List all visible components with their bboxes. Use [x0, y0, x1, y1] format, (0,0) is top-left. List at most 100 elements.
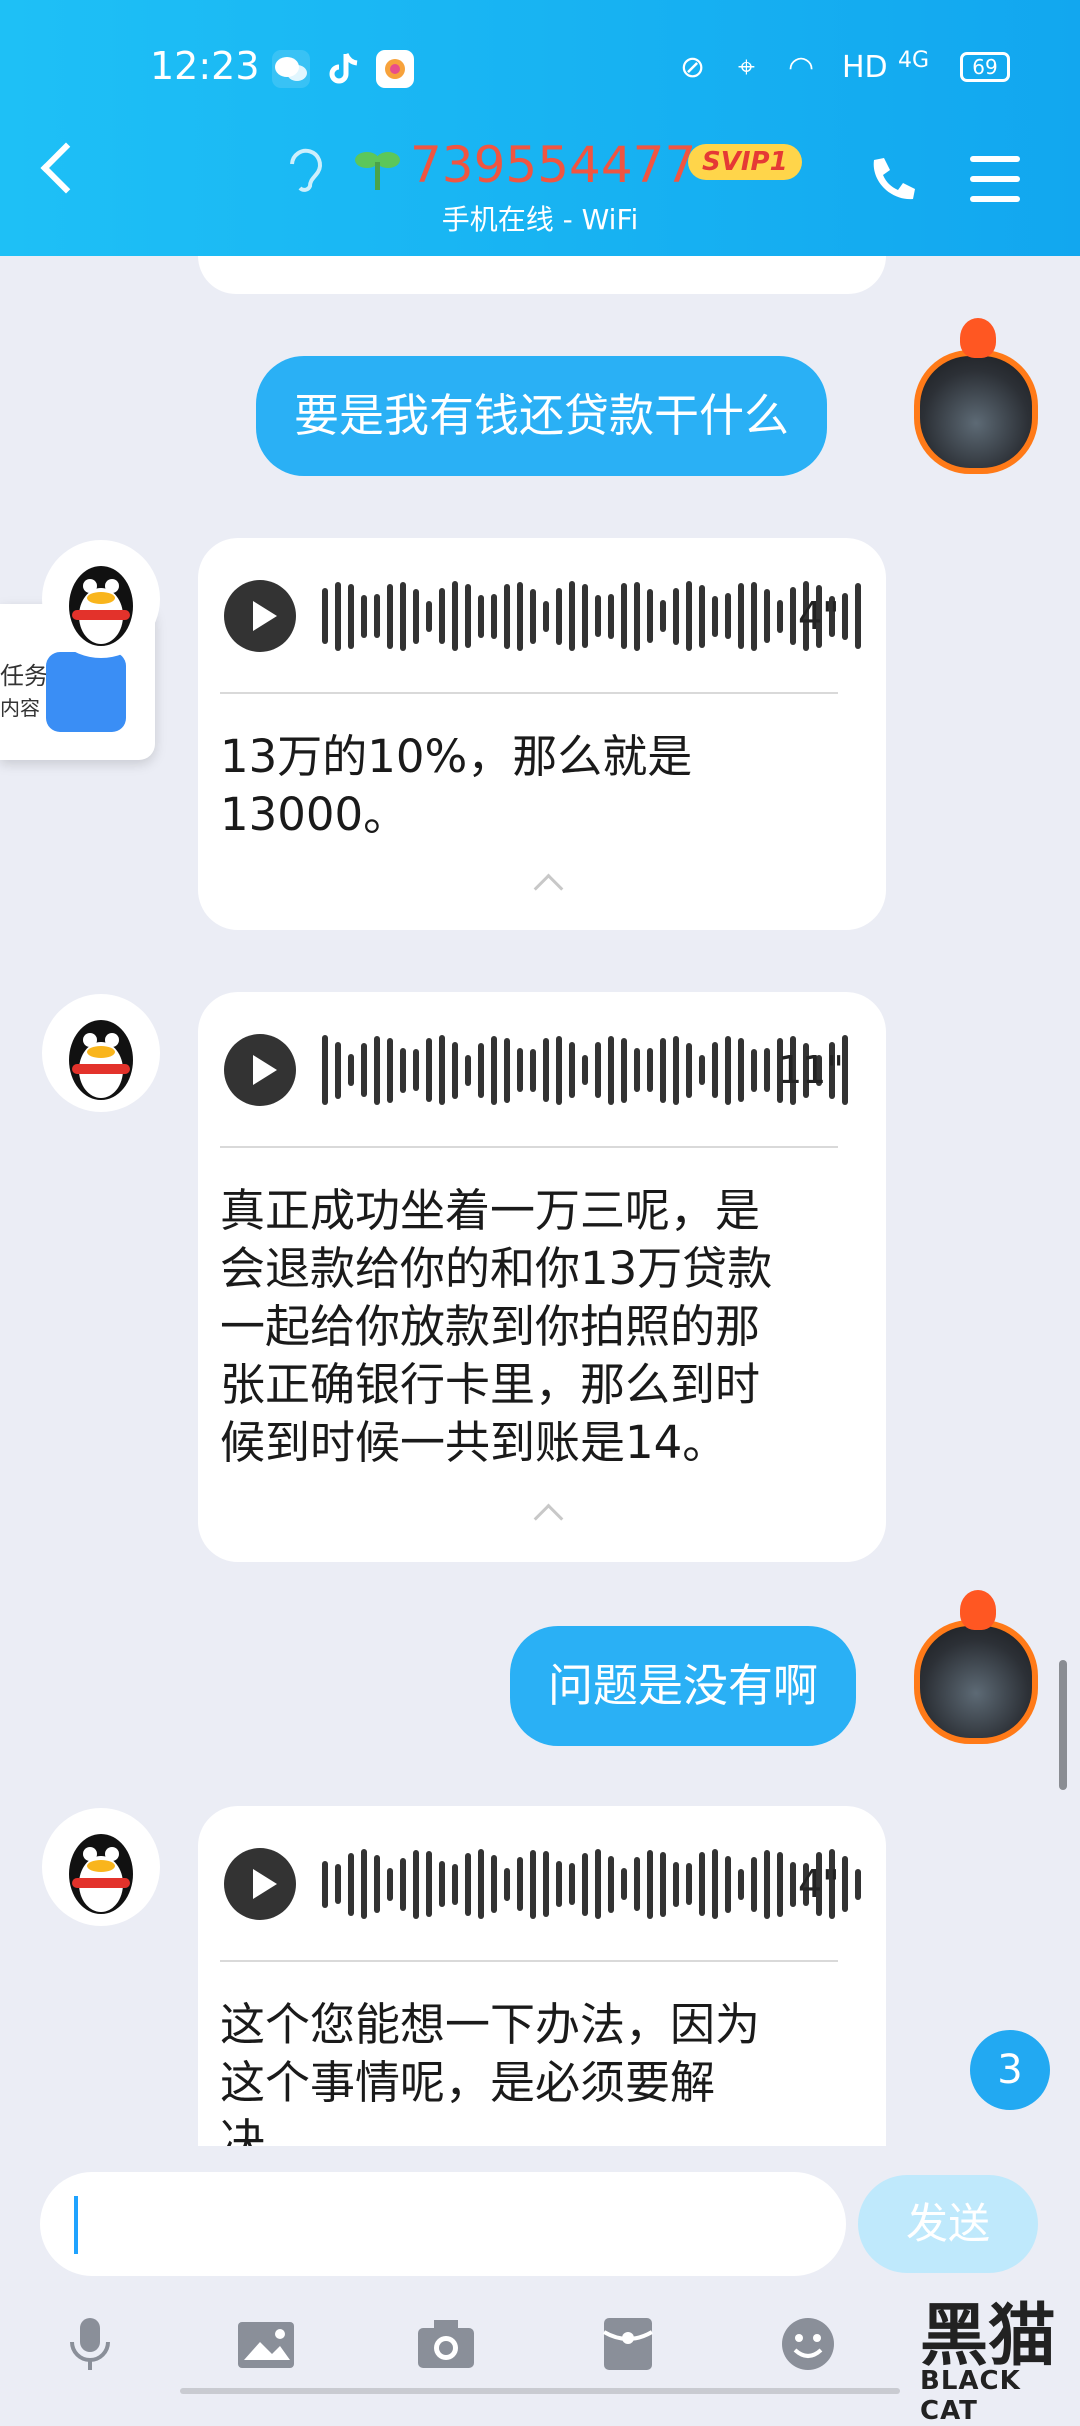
collapse-icon[interactable] [533, 1503, 564, 1534]
transcript-text: 这个您能想一下办法，因为 [220, 1998, 761, 2051]
waveform-bar [465, 1054, 471, 1086]
waveform-bar [452, 581, 458, 651]
waveform-bar [478, 594, 484, 638]
waveform-bar [322, 1860, 328, 1908]
outgoing-message-bubble[interactable]: 问题是没有啊 [510, 1626, 857, 1746]
collapse-icon[interactable] [533, 873, 564, 904]
waveform-bar [595, 1042, 601, 1098]
voice-duration: 4" [798, 1862, 840, 1906]
waveform-bar [361, 1043, 367, 1097]
waveform-bar [673, 1035, 679, 1105]
waveform-bar [712, 595, 718, 637]
waveform-bar [387, 1037, 393, 1103]
waveform-bar [439, 1035, 445, 1105]
waveform-bar [660, 600, 666, 632]
red-packet-icon[interactable] [598, 2314, 658, 2374]
waveform-bar [556, 1861, 562, 1907]
waveform-bar [608, 593, 614, 639]
phone-call-icon[interactable] [864, 154, 916, 210]
waveform-bar [400, 1047, 406, 1093]
waveform-bar [673, 587, 679, 645]
svip-badge: SVIP1 [688, 144, 802, 180]
waveform-bar [452, 1041, 458, 1099]
voice-message-card[interactable]: 4" 13万的10%，那么就是 13000。 [198, 538, 886, 930]
waveform-bar [439, 1861, 445, 1907]
waveform-bar [738, 1868, 744, 1900]
waveform-bar [699, 1852, 705, 1916]
waveform-bar [504, 1037, 510, 1103]
play-icon[interactable] [224, 1848, 296, 1920]
voice-message-card[interactable]: 11" 真正成功坐着一万三呢，是 会退款给你的和你13万贷款 一起给你放款到你拍… [198, 992, 886, 1562]
waveform-bar [595, 595, 601, 637]
waveform-bar [790, 1861, 796, 1907]
menu-icon[interactable] [970, 156, 1020, 162]
emoji-icon[interactable] [778, 2314, 838, 2374]
waveform-bar [478, 1042, 484, 1098]
contact-avatar[interactable] [42, 1808, 160, 1926]
transcript-text: 候到时候一共到账是14。 [220, 1416, 728, 1469]
waveform-bar [764, 589, 770, 643]
waveform-bar [634, 581, 640, 651]
waveform-bar [556, 1035, 562, 1105]
signal-indicator: 4G [898, 48, 930, 73]
waveform-bar [751, 1856, 757, 1912]
waveform-bar [517, 1048, 523, 1092]
waveform-bar [413, 1049, 419, 1091]
microphone-icon[interactable] [60, 2314, 120, 2374]
transcript-text: 一起给你放款到你拍照的那 [220, 1300, 761, 1353]
waveform-bar [660, 1037, 666, 1103]
gallery-app-icon [376, 50, 414, 88]
waveform-bar [374, 594, 380, 638]
waveform-bar [387, 583, 393, 649]
status-time: 12:23 [150, 44, 260, 88]
tiktok-icon [324, 50, 362, 88]
transcript-text: 这个事情呢，是必须要解 [220, 2056, 716, 2109]
waveform-bar [699, 584, 705, 648]
waveform-bar [348, 583, 354, 649]
waveform-bar [478, 1849, 484, 1919]
waveform-bar [400, 1857, 406, 1911]
image-icon[interactable] [236, 2314, 296, 2374]
task-icon [46, 652, 126, 732]
my-avatar[interactable] [914, 350, 1038, 474]
battery-icon: 69 [960, 52, 1010, 82]
play-icon[interactable] [224, 580, 296, 652]
wechat-icon [272, 50, 310, 88]
waveform-bar [764, 1048, 770, 1092]
camera-icon[interactable] [416, 2314, 476, 2374]
ear-icon[interactable] [284, 146, 324, 198]
waveform-bar [738, 1038, 744, 1102]
waveform-bar [504, 583, 510, 649]
waveform-bar [621, 583, 627, 649]
message-input[interactable] [40, 2172, 846, 2276]
waveform-bar [660, 1851, 666, 1917]
waveform-bar [426, 1038, 432, 1102]
waveform-bar [426, 600, 432, 632]
location-icon: ⌖ [738, 50, 755, 85]
transcript-text: 会退款给你的和你13万贷款 [220, 1242, 773, 1295]
waveform-bar [335, 581, 341, 651]
send-button[interactable]: 发送 [858, 2175, 1038, 2273]
outgoing-message-bubble[interactable]: 要是我有钱还贷款干什么 [256, 356, 828, 476]
waveform [322, 576, 861, 656]
my-avatar[interactable] [914, 1620, 1038, 1744]
waveform-bar [322, 1035, 328, 1105]
waveform-bar [491, 1035, 497, 1105]
waveform-bar [725, 1855, 731, 1913]
waveform-bar [400, 581, 406, 651]
waveform-bar [764, 1849, 770, 1919]
waveform-bar [361, 594, 367, 638]
waveform-bar [621, 1868, 627, 1900]
transcript-text: 13000。 [220, 788, 409, 841]
transcript-text: 张正确银行卡里，那么到时 [220, 1358, 761, 1411]
waveform-bar [686, 1863, 692, 1905]
contact-avatar[interactable] [42, 540, 160, 658]
scrollbar[interactable] [1059, 1660, 1067, 1790]
contact-avatar[interactable] [42, 994, 160, 1112]
transcript-text: 13万的10%，那么就是 [220, 730, 693, 783]
waveform-bar [543, 1038, 549, 1102]
waveform-bar [751, 581, 757, 651]
play-icon[interactable] [224, 1034, 296, 1106]
unread-count-badge[interactable]: 3 [970, 2030, 1050, 2110]
voice-message-card[interactable]: 4" 这个您能想一下办法，因为 这个事情呢，是必须要解 决 [198, 1806, 886, 2146]
